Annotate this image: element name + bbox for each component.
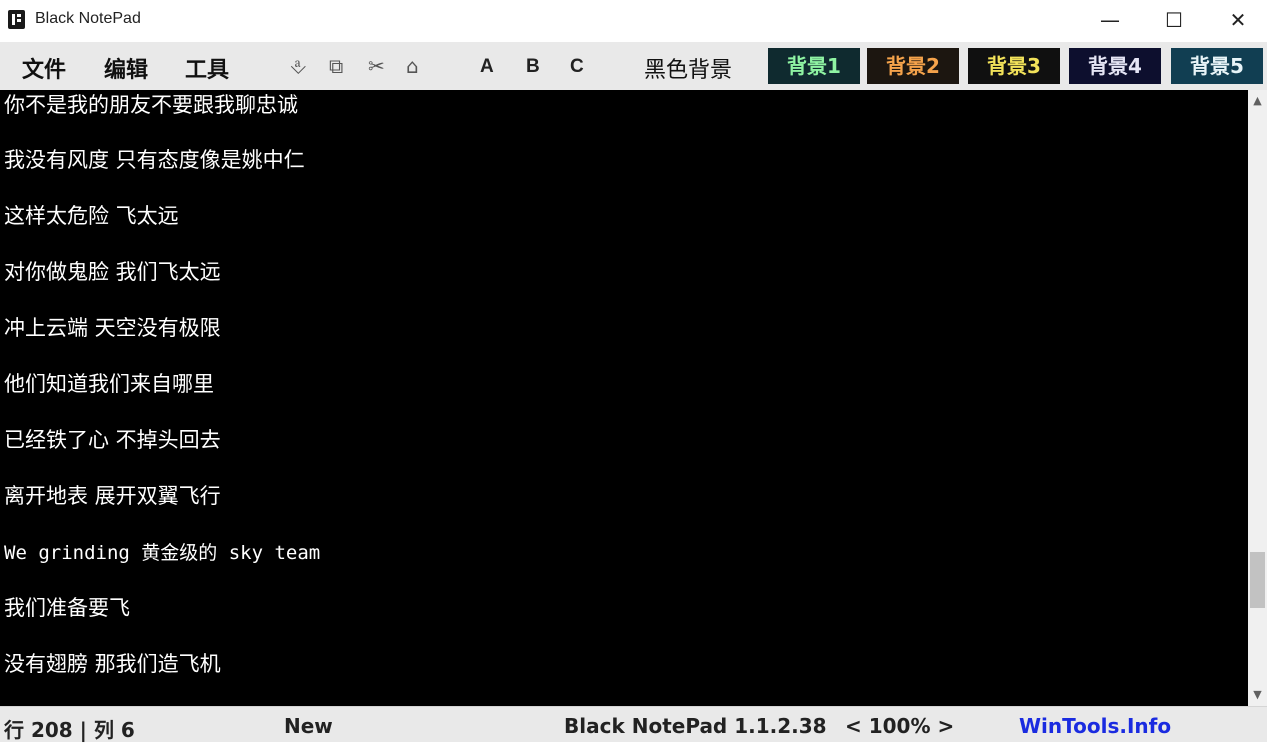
background-1-button[interactable]: 背景1 [768, 48, 860, 84]
toolbar: 文件 编辑 工具 ⎀ ⧉ ✂ ⌂ A B C 黑色背景 背景1 背景2 背景3 … [0, 42, 1267, 90]
copy-icon[interactable]: ⧉ [329, 54, 343, 78]
format-b-button[interactable]: B [526, 56, 540, 78]
background-3-button[interactable]: 背景3 [968, 48, 1060, 84]
text-line: 冲上云端 天空没有极限 [4, 316, 221, 340]
file-state: New [284, 714, 333, 738]
cursor-position: 行 208 | 列 6 [4, 718, 135, 742]
text-line: 没有翅膀 那我们造飞机 [4, 652, 221, 676]
format-c-button[interactable]: C [570, 56, 584, 78]
scroll-thumb[interactable] [1250, 552, 1265, 608]
paste-icon[interactable]: ⎀ [290, 54, 306, 78]
format-a-button[interactable]: A [480, 56, 494, 78]
window-title: Black NotePad [35, 10, 141, 27]
text-line: 你不是我的朋友不要跟我聊忠诚 [4, 93, 298, 117]
status-bar: 行 208 | 列 6 New Black NotePad 1.1.2.38 <… [0, 706, 1267, 742]
background-4-button[interactable]: 背景4 [1069, 48, 1161, 84]
menu-file[interactable]: 文件 [22, 52, 66, 84]
title-bar: Black NotePad — ☐ ✕ [0, 0, 1267, 42]
maximize-button[interactable]: ☐ [1142, 0, 1206, 42]
text-line: 对你做鬼脸 我们飞太远 [4, 260, 221, 284]
zoom-control[interactable]: < 100% > [845, 714, 954, 738]
menu-edit[interactable]: 编辑 [104, 52, 148, 84]
app-icon[interactable] [8, 10, 25, 29]
vertical-scrollbar[interactable]: ▲ ▼ [1248, 90, 1267, 706]
home-icon[interactable]: ⌂ [406, 54, 419, 78]
text-line: 已经铁了心 不掉头回去 [4, 428, 221, 452]
text-line: 我没有风度 只有态度像是姚中仁 [4, 148, 305, 172]
background-2-button[interactable]: 背景2 [867, 48, 959, 84]
cut-icon[interactable]: ✂ [368, 54, 385, 78]
text-line: We grinding 黄金级的 sky team [4, 542, 321, 564]
website-link[interactable]: WinTools.Info [1019, 714, 1171, 738]
scroll-up-icon[interactable]: ▲ [1248, 92, 1267, 110]
scroll-down-icon[interactable]: ▼ [1248, 686, 1267, 704]
text-editor[interactable]: 你不是我的朋友不要跟我聊忠诚 我没有风度 只有态度像是姚中仁 这样太危险 飞太远… [0, 90, 1248, 706]
menu-tools[interactable]: 工具 [185, 52, 229, 84]
text-line: 他们知道我们来自哪里 [4, 372, 214, 396]
text-line: 离开地表 展开双翼飞行 [4, 484, 221, 508]
black-background-button[interactable]: 黑色背景 [644, 52, 732, 84]
background-5-button[interactable]: 背景5 [1171, 48, 1263, 84]
close-button[interactable]: ✕ [1206, 0, 1267, 42]
app-version: Black NotePad 1.1.2.38 [564, 714, 827, 738]
minimize-button[interactable]: — [1078, 0, 1142, 42]
text-line: 我们准备要飞 [4, 596, 130, 620]
text-line: 这样太危险 飞太远 [4, 204, 179, 228]
